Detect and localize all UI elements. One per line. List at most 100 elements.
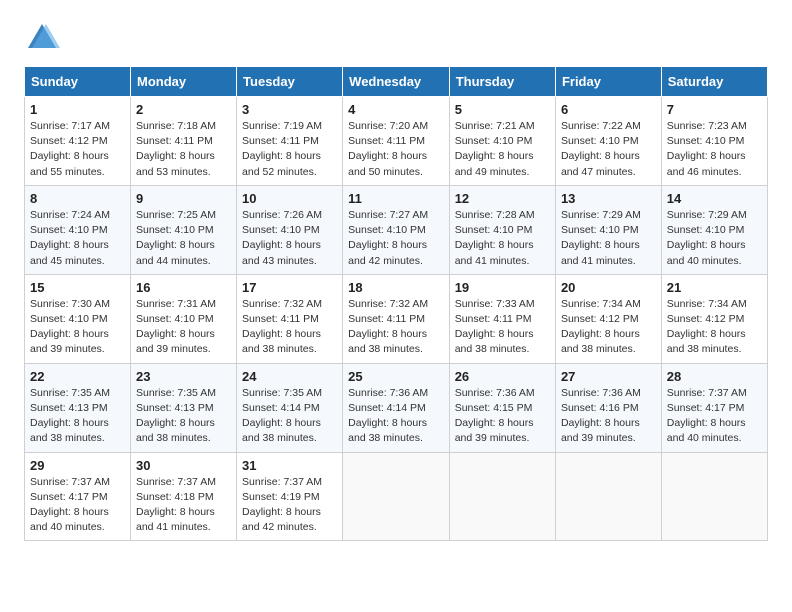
weekday-header-thursday: Thursday [449, 67, 555, 97]
day-cell: 18 Sunrise: 7:32 AM Sunset: 4:11 PM Dayl… [343, 274, 450, 363]
day-number: 16 [136, 280, 231, 295]
header [24, 20, 768, 56]
day-cell: 6 Sunrise: 7:22 AM Sunset: 4:10 PM Dayli… [555, 97, 661, 186]
day-number: 6 [561, 102, 656, 117]
day-info: Sunrise: 7:35 AM Sunset: 4:14 PM Dayligh… [242, 386, 337, 447]
week-row-4: 22 Sunrise: 7:35 AM Sunset: 4:13 PM Dayl… [25, 363, 768, 452]
day-cell: 28 Sunrise: 7:37 AM Sunset: 4:17 PM Dayl… [661, 363, 767, 452]
day-cell: 17 Sunrise: 7:32 AM Sunset: 4:11 PM Dayl… [237, 274, 343, 363]
weekday-header-tuesday: Tuesday [237, 67, 343, 97]
day-info: Sunrise: 7:24 AM Sunset: 4:10 PM Dayligh… [30, 208, 125, 269]
day-cell: 31 Sunrise: 7:37 AM Sunset: 4:19 PM Dayl… [237, 452, 343, 541]
day-info: Sunrise: 7:23 AM Sunset: 4:10 PM Dayligh… [667, 119, 762, 180]
day-number: 1 [30, 102, 125, 117]
day-number: 20 [561, 280, 656, 295]
day-number: 17 [242, 280, 337, 295]
day-number: 28 [667, 369, 762, 384]
day-info: Sunrise: 7:36 AM Sunset: 4:15 PM Dayligh… [455, 386, 550, 447]
day-cell: 27 Sunrise: 7:36 AM Sunset: 4:16 PM Dayl… [555, 363, 661, 452]
day-cell: 20 Sunrise: 7:34 AM Sunset: 4:12 PM Dayl… [555, 274, 661, 363]
day-info: Sunrise: 7:37 AM Sunset: 4:19 PM Dayligh… [242, 475, 337, 536]
day-number: 23 [136, 369, 231, 384]
day-info: Sunrise: 7:36 AM Sunset: 4:14 PM Dayligh… [348, 386, 444, 447]
day-info: Sunrise: 7:25 AM Sunset: 4:10 PM Dayligh… [136, 208, 231, 269]
day-info: Sunrise: 7:37 AM Sunset: 4:17 PM Dayligh… [667, 386, 762, 447]
weekday-header-monday: Monday [131, 67, 237, 97]
day-info: Sunrise: 7:26 AM Sunset: 4:10 PM Dayligh… [242, 208, 337, 269]
day-number: 10 [242, 191, 337, 206]
day-number: 27 [561, 369, 656, 384]
day-cell [343, 452, 450, 541]
day-cell: 2 Sunrise: 7:18 AM Sunset: 4:11 PM Dayli… [131, 97, 237, 186]
day-number: 30 [136, 458, 231, 473]
day-info: Sunrise: 7:27 AM Sunset: 4:10 PM Dayligh… [348, 208, 444, 269]
day-cell [661, 452, 767, 541]
day-info: Sunrise: 7:34 AM Sunset: 4:12 PM Dayligh… [561, 297, 656, 358]
day-cell: 25 Sunrise: 7:36 AM Sunset: 4:14 PM Dayl… [343, 363, 450, 452]
day-cell: 19 Sunrise: 7:33 AM Sunset: 4:11 PM Dayl… [449, 274, 555, 363]
day-number: 19 [455, 280, 550, 295]
day-number: 9 [136, 191, 231, 206]
day-cell: 10 Sunrise: 7:26 AM Sunset: 4:10 PM Dayl… [237, 185, 343, 274]
day-cell: 4 Sunrise: 7:20 AM Sunset: 4:11 PM Dayli… [343, 97, 450, 186]
day-info: Sunrise: 7:17 AM Sunset: 4:12 PM Dayligh… [30, 119, 125, 180]
day-number: 21 [667, 280, 762, 295]
logo-icon [24, 20, 60, 56]
day-number: 8 [30, 191, 125, 206]
day-number: 11 [348, 191, 444, 206]
weekday-header-wednesday: Wednesday [343, 67, 450, 97]
day-cell: 30 Sunrise: 7:37 AM Sunset: 4:18 PM Dayl… [131, 452, 237, 541]
day-cell: 22 Sunrise: 7:35 AM Sunset: 4:13 PM Dayl… [25, 363, 131, 452]
day-number: 26 [455, 369, 550, 384]
day-info: Sunrise: 7:22 AM Sunset: 4:10 PM Dayligh… [561, 119, 656, 180]
day-info: Sunrise: 7:21 AM Sunset: 4:10 PM Dayligh… [455, 119, 550, 180]
day-cell: 11 Sunrise: 7:27 AM Sunset: 4:10 PM Dayl… [343, 185, 450, 274]
day-cell: 12 Sunrise: 7:28 AM Sunset: 4:10 PM Dayl… [449, 185, 555, 274]
day-cell: 5 Sunrise: 7:21 AM Sunset: 4:10 PM Dayli… [449, 97, 555, 186]
day-info: Sunrise: 7:18 AM Sunset: 4:11 PM Dayligh… [136, 119, 231, 180]
day-info: Sunrise: 7:32 AM Sunset: 4:11 PM Dayligh… [348, 297, 444, 358]
day-info: Sunrise: 7:32 AM Sunset: 4:11 PM Dayligh… [242, 297, 337, 358]
day-cell: 16 Sunrise: 7:31 AM Sunset: 4:10 PM Dayl… [131, 274, 237, 363]
weekday-header-sunday: Sunday [25, 67, 131, 97]
day-cell: 23 Sunrise: 7:35 AM Sunset: 4:13 PM Dayl… [131, 363, 237, 452]
day-info: Sunrise: 7:35 AM Sunset: 4:13 PM Dayligh… [30, 386, 125, 447]
day-info: Sunrise: 7:37 AM Sunset: 4:17 PM Dayligh… [30, 475, 125, 536]
day-info: Sunrise: 7:19 AM Sunset: 4:11 PM Dayligh… [242, 119, 337, 180]
weekday-header-row: SundayMondayTuesdayWednesdayThursdayFrid… [25, 67, 768, 97]
weekday-header-friday: Friday [555, 67, 661, 97]
day-info: Sunrise: 7:29 AM Sunset: 4:10 PM Dayligh… [667, 208, 762, 269]
day-cell: 24 Sunrise: 7:35 AM Sunset: 4:14 PM Dayl… [237, 363, 343, 452]
day-number: 29 [30, 458, 125, 473]
day-cell: 13 Sunrise: 7:29 AM Sunset: 4:10 PM Dayl… [555, 185, 661, 274]
day-number: 14 [667, 191, 762, 206]
day-number: 25 [348, 369, 444, 384]
day-cell: 26 Sunrise: 7:36 AM Sunset: 4:15 PM Dayl… [449, 363, 555, 452]
day-cell: 14 Sunrise: 7:29 AM Sunset: 4:10 PM Dayl… [661, 185, 767, 274]
day-info: Sunrise: 7:33 AM Sunset: 4:11 PM Dayligh… [455, 297, 550, 358]
day-cell: 29 Sunrise: 7:37 AM Sunset: 4:17 PM Dayl… [25, 452, 131, 541]
day-info: Sunrise: 7:35 AM Sunset: 4:13 PM Dayligh… [136, 386, 231, 447]
day-number: 22 [30, 369, 125, 384]
day-cell [555, 452, 661, 541]
day-info: Sunrise: 7:20 AM Sunset: 4:11 PM Dayligh… [348, 119, 444, 180]
day-number: 2 [136, 102, 231, 117]
day-number: 31 [242, 458, 337, 473]
day-number: 3 [242, 102, 337, 117]
day-info: Sunrise: 7:30 AM Sunset: 4:10 PM Dayligh… [30, 297, 125, 358]
logo [24, 20, 66, 56]
weekday-header-saturday: Saturday [661, 67, 767, 97]
week-row-3: 15 Sunrise: 7:30 AM Sunset: 4:10 PM Dayl… [25, 274, 768, 363]
week-row-2: 8 Sunrise: 7:24 AM Sunset: 4:10 PM Dayli… [25, 185, 768, 274]
day-cell: 3 Sunrise: 7:19 AM Sunset: 4:11 PM Dayli… [237, 97, 343, 186]
week-row-1: 1 Sunrise: 7:17 AM Sunset: 4:12 PM Dayli… [25, 97, 768, 186]
day-cell: 15 Sunrise: 7:30 AM Sunset: 4:10 PM Dayl… [25, 274, 131, 363]
week-row-5: 29 Sunrise: 7:37 AM Sunset: 4:17 PM Dayl… [25, 452, 768, 541]
day-number: 12 [455, 191, 550, 206]
day-info: Sunrise: 7:37 AM Sunset: 4:18 PM Dayligh… [136, 475, 231, 536]
day-info: Sunrise: 7:28 AM Sunset: 4:10 PM Dayligh… [455, 208, 550, 269]
day-number: 5 [455, 102, 550, 117]
day-cell: 8 Sunrise: 7:24 AM Sunset: 4:10 PM Dayli… [25, 185, 131, 274]
day-number: 13 [561, 191, 656, 206]
day-cell: 9 Sunrise: 7:25 AM Sunset: 4:10 PM Dayli… [131, 185, 237, 274]
